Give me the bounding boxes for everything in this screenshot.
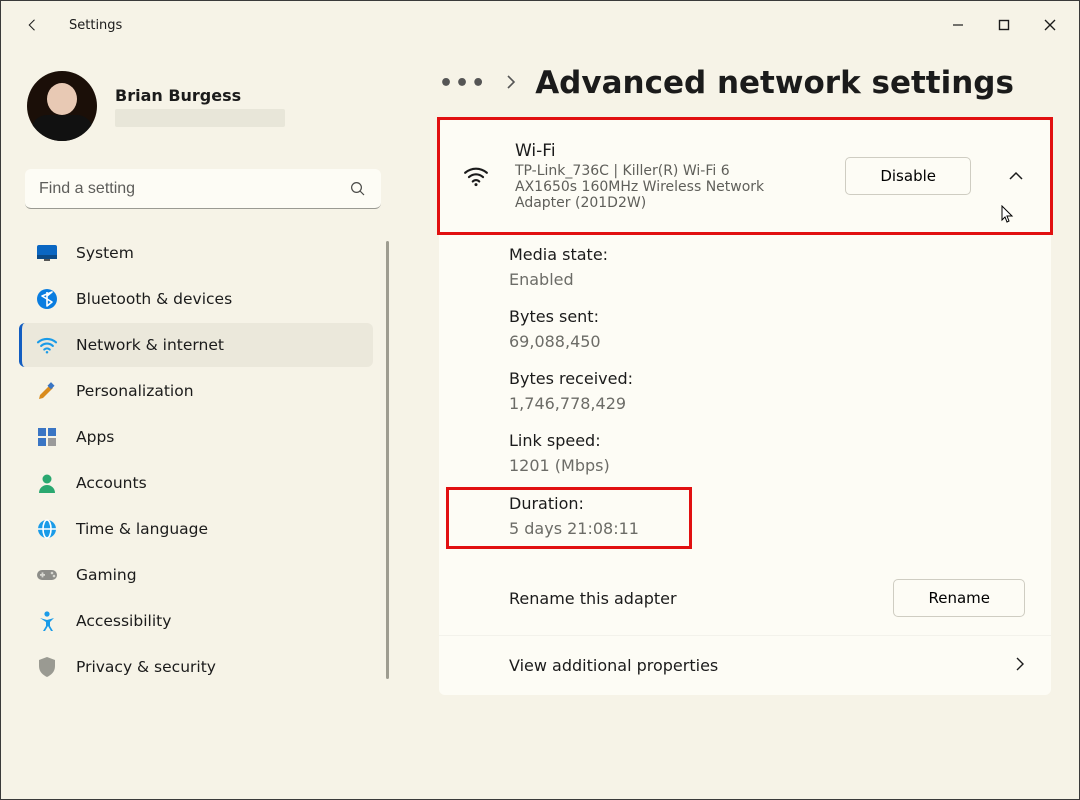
link-speed-row: Link speed: 1201 (Mbps) (509, 425, 1051, 487)
sidebar-item-network[interactable]: Network & internet (19, 323, 373, 367)
sidebar-item-label: Network & internet (76, 336, 224, 354)
gamepad-icon (36, 564, 58, 586)
duration-label: Duration: (509, 494, 681, 513)
shield-icon (36, 656, 58, 678)
bytes-sent-value: 69,088,450 (509, 332, 1051, 351)
minimize-button[interactable] (935, 9, 981, 41)
sidebar-item-accounts[interactable]: Accounts (19, 461, 373, 505)
sidebar-item-label: Accessibility (76, 612, 171, 630)
sidebar: Brian Burgess System Bluetoo (1, 49, 399, 799)
bytes-received-label: Bytes received: (509, 369, 1051, 388)
globe-icon (36, 518, 58, 540)
nav-list: System Bluetooth & devices Network & int… (19, 231, 391, 689)
titlebar: Settings (1, 1, 1079, 49)
window-controls (935, 9, 1073, 41)
link-speed-label: Link speed: (509, 431, 1051, 450)
sidebar-item-privacy[interactable]: Privacy & security (19, 645, 373, 689)
chevron-up-icon[interactable] (1003, 171, 1029, 181)
chevron-right-icon (1015, 656, 1025, 675)
view-properties-row[interactable]: View additional properties (439, 635, 1051, 695)
sidebar-item-apps[interactable]: Apps (19, 415, 373, 459)
profile-block[interactable]: Brian Burgess (19, 65, 391, 159)
cursor-icon (1001, 205, 1015, 227)
link-speed-value: 1201 (Mbps) (509, 456, 1051, 475)
wifi-details: Media state: Enabled Bytes sent: 69,088,… (439, 233, 1051, 561)
accessibility-icon (36, 610, 58, 632)
sidebar-item-label: Gaming (76, 566, 137, 584)
wifi-icon (461, 165, 491, 187)
apps-icon (36, 426, 58, 448)
paintbrush-icon (36, 380, 58, 402)
breadcrumb-ellipsis[interactable]: ••• (439, 71, 487, 96)
system-icon (36, 242, 58, 264)
avatar (27, 71, 97, 141)
media-state-label: Media state: (509, 245, 1051, 264)
chevron-right-icon (505, 74, 517, 93)
search-input[interactable] (25, 169, 381, 209)
person-icon (36, 472, 58, 494)
breadcrumb: ••• Advanced network settings (439, 65, 1051, 101)
adapter-description: TP-Link_736C | Killer(R) Wi-Fi 6 AX1650s… (515, 163, 795, 211)
duration-value: 5 days 21:08:11 (509, 519, 681, 538)
sidebar-item-label: Time & language (76, 520, 208, 538)
sidebar-item-system[interactable]: System (19, 231, 373, 275)
scrollbar[interactable] (386, 241, 389, 679)
sidebar-item-gaming[interactable]: Gaming (19, 553, 373, 597)
adapter-name: Wi-Fi (515, 141, 821, 161)
sidebar-item-label: Bluetooth & devices (76, 290, 232, 308)
duration-highlight: Duration: 5 days 21:08:11 (446, 487, 692, 549)
sidebar-item-personalization[interactable]: Personalization (19, 369, 373, 413)
sidebar-item-time-language[interactable]: Time & language (19, 507, 373, 551)
disable-button[interactable]: Disable (845, 157, 971, 195)
media-state-value: Enabled (509, 270, 1051, 289)
page-title: Advanced network settings (535, 65, 1014, 101)
sidebar-item-label: System (76, 244, 134, 262)
sidebar-item-bluetooth[interactable]: Bluetooth & devices (19, 277, 373, 321)
wifi-icon (36, 334, 58, 356)
wifi-card: Wi-Fi TP-Link_736C | Killer(R) Wi-Fi 6 A… (439, 119, 1051, 695)
rename-button[interactable]: Rename (893, 579, 1025, 617)
sidebar-item-label: Privacy & security (76, 658, 216, 676)
back-button[interactable] (17, 9, 49, 41)
sidebar-item-label: Apps (76, 428, 114, 446)
bytes-received-value: 1,746,778,429 (509, 394, 1051, 413)
sidebar-item-label: Personalization (76, 382, 194, 400)
app-title: Settings (69, 18, 122, 33)
bytes-sent-label: Bytes sent: (509, 307, 1051, 326)
sidebar-item-accessibility[interactable]: Accessibility (19, 599, 373, 643)
maximize-button[interactable] (981, 9, 1027, 41)
media-state-row: Media state: Enabled (509, 239, 1051, 301)
sidebar-item-label: Accounts (76, 474, 147, 492)
profile-email-redacted (115, 109, 285, 127)
close-button[interactable] (1027, 9, 1073, 41)
bytes-received-row: Bytes received: 1,746,778,429 (509, 363, 1051, 425)
bluetooth-icon (36, 288, 58, 310)
wifi-header-row[interactable]: Wi-Fi TP-Link_736C | Killer(R) Wi-Fi 6 A… (439, 119, 1051, 233)
search-icon (349, 180, 367, 202)
rename-row: Rename this adapter Rename (439, 561, 1051, 635)
profile-name: Brian Burgess (115, 86, 285, 105)
bytes-sent-row: Bytes sent: 69,088,450 (509, 301, 1051, 363)
view-properties-label: View additional properties (509, 656, 718, 675)
rename-label: Rename this adapter (509, 589, 677, 608)
main-panel: ••• Advanced network settings Wi-Fi TP-L… (399, 49, 1079, 799)
